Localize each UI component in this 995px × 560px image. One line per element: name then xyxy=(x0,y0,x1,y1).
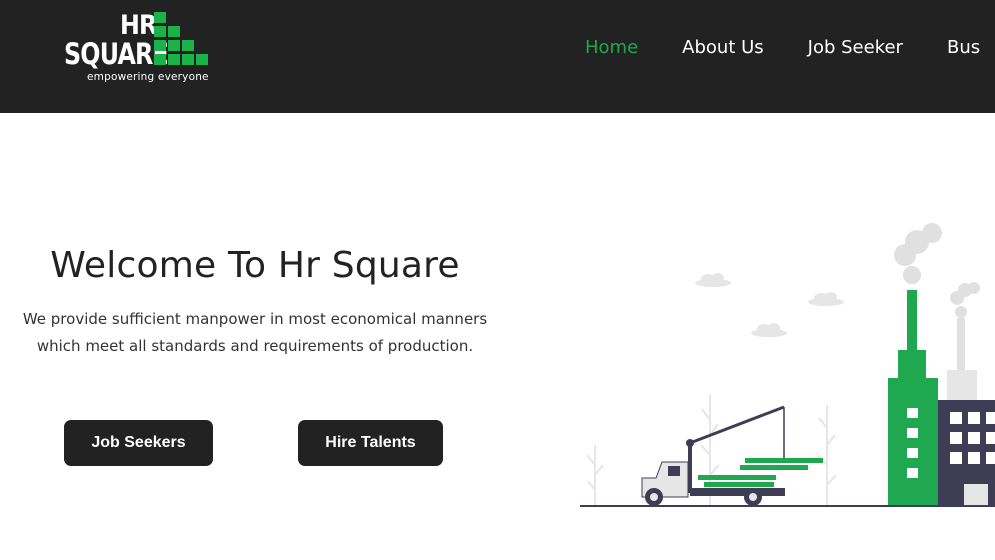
hr-square-logo[interactable]: HR SQUARE empowering everyone xyxy=(62,10,222,90)
main-nav: Home About Us Job Seeker Bus xyxy=(585,37,995,59)
hero-description: We provide sufficient manpower in most e… xyxy=(0,306,510,360)
chimney-grey xyxy=(957,318,965,378)
nav-business[interactable]: Bus xyxy=(947,37,980,59)
logo-hr-text: HR xyxy=(120,10,157,41)
nav-about-us[interactable]: About Us xyxy=(682,37,764,59)
factory-illustration xyxy=(580,223,995,507)
green-factory xyxy=(888,378,938,506)
chimney-green xyxy=(907,290,917,350)
hire-talents-button[interactable]: Hire Talents xyxy=(298,420,443,466)
logo-square-text: SQUARE xyxy=(64,37,169,71)
logo-tagline: empowering everyone xyxy=(87,71,209,83)
nav-job-seeker[interactable]: Job Seeker xyxy=(808,37,903,59)
site-header: HR SQUARE empowering everyone Home About … xyxy=(0,0,995,113)
job-seekers-button[interactable]: Job Seekers xyxy=(64,420,213,466)
grey-tower xyxy=(947,370,977,405)
cloud-icon xyxy=(695,273,844,337)
truck-icon xyxy=(641,405,823,506)
nav-home[interactable]: Home xyxy=(585,37,638,59)
hero-description-line-2: which meet all standards and requirement… xyxy=(36,337,474,355)
green-tower-top xyxy=(898,350,926,380)
hero-description-line-1: We provide sufficient manpower in most e… xyxy=(22,310,488,328)
smoke-icon xyxy=(894,223,980,318)
hero-title: Welcome To Hr Square xyxy=(50,245,460,286)
